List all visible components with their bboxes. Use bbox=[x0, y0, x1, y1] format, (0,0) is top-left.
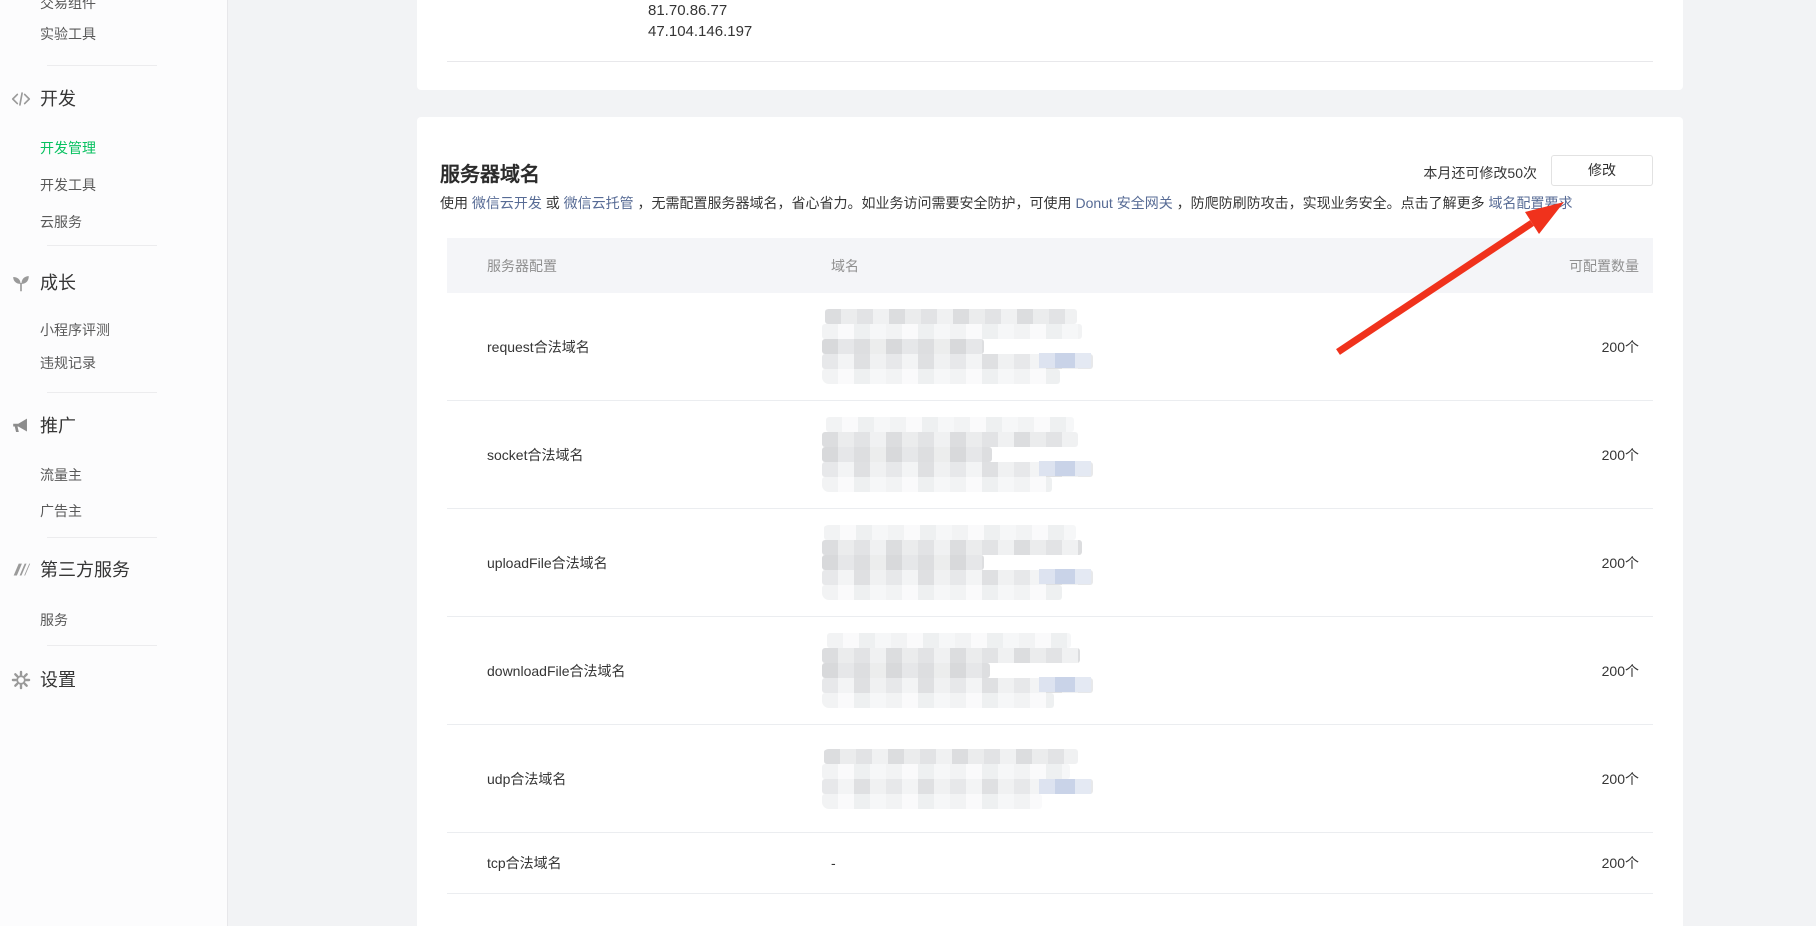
table-row: request合法域名 200个 bbox=[447, 293, 1653, 401]
masked-domain-value bbox=[822, 749, 1093, 809]
sidebar-divider bbox=[47, 392, 157, 393]
divider bbox=[447, 61, 1653, 62]
sidebar-item-miniprogram-evaluation[interactable]: 小程序评测 bbox=[40, 323, 110, 337]
masked-domain-value bbox=[822, 417, 1093, 492]
sidebar-item-violation-records[interactable]: 违规记录 bbox=[40, 356, 96, 370]
sidebar-section-label: 第三方服务 bbox=[40, 561, 130, 579]
sidebar-item-develop-tools[interactable]: 开发工具 bbox=[40, 178, 96, 192]
description-text: 或 bbox=[542, 195, 564, 211]
sidebar-item-experiment-tools[interactable]: 实验工具 bbox=[40, 27, 96, 41]
table-header-row: 服务器配置 域名 可配置数量 bbox=[447, 238, 1653, 293]
row-count: 200个 bbox=[1483, 553, 1653, 573]
table-row: uploadFile合法域名 200个 bbox=[447, 509, 1653, 617]
table-row: DNS预解析域名 5个 bbox=[447, 894, 1653, 926]
sidebar-section-label: 开发 bbox=[40, 90, 76, 108]
masked-domain-value bbox=[822, 525, 1093, 600]
sidebar-divider bbox=[47, 645, 157, 646]
row-count: 200个 bbox=[1483, 769, 1653, 789]
gear-icon bbox=[10, 669, 32, 691]
row-count: 200个 bbox=[1483, 445, 1653, 465]
ip-address: 81.70.86.77 bbox=[648, 0, 752, 21]
link-wechat-cloud-hosting[interactable]: 微信云托管 bbox=[564, 195, 634, 211]
sidebar-section-label: 设置 bbox=[40, 671, 76, 689]
row-count: 200个 bbox=[1483, 853, 1653, 873]
column-header-server-config: 服务器配置 bbox=[447, 256, 822, 276]
table-row: socket合法域名 200个 bbox=[447, 401, 1653, 509]
table-row: downloadFile合法域名 200个 bbox=[447, 617, 1653, 725]
sidebar-divider bbox=[47, 65, 157, 66]
masked-domain-value bbox=[822, 633, 1093, 708]
page: 交易组件 实验工具 开发 开发管理 开发工具 云服务 成长 bbox=[0, 0, 1816, 926]
sprout-icon bbox=[10, 272, 32, 294]
sidebar-item-service[interactable]: 服务 bbox=[40, 613, 68, 627]
sidebar-section-label: 成长 bbox=[40, 274, 76, 292]
row-label: downloadFile合法域名 bbox=[447, 661, 822, 681]
quota-remaining-text: 本月还可修改50次 bbox=[1423, 163, 1537, 183]
column-header-domain: 域名 bbox=[822, 256, 1483, 276]
sidebar: 交易组件 实验工具 开发 开发管理 开发工具 云服务 成长 bbox=[0, 0, 228, 926]
ip-address-list: 81.70.86.77 47.104.146.197 bbox=[648, 0, 752, 42]
description-text: ，无需配置服务器域名，省心省力。如业务访问需要安全防护，可使用 bbox=[634, 195, 1076, 211]
table-row: udp合法域名 200个 bbox=[447, 725, 1653, 833]
sidebar-section-label: 推广 bbox=[40, 417, 76, 435]
description: 使用 微信云开发 或 微信云托管 ，无需配置服务器域名，省心省力。如业务访问需要… bbox=[440, 193, 1572, 213]
ip-address: 47.104.146.197 bbox=[648, 21, 752, 42]
table-row: tcp合法域名 - 200个 bbox=[447, 833, 1653, 894]
sidebar-item-traffic-owner[interactable]: 流量主 bbox=[40, 468, 82, 482]
code-icon bbox=[10, 88, 32, 110]
page-title: 服务器域名 bbox=[440, 158, 540, 187]
server-domain-card: 服务器域名 本月还可修改50次 修改 使用 微信云开发 或 微信云托管 ，无需配… bbox=[417, 117, 1683, 926]
row-label: udp合法域名 bbox=[447, 769, 822, 789]
third-party-icon bbox=[10, 559, 32, 581]
sidebar-divider bbox=[47, 245, 157, 246]
row-count: 200个 bbox=[1483, 661, 1653, 681]
sidebar-item-advertiser[interactable]: 广告主 bbox=[40, 504, 82, 518]
column-header-configurable-count: 可配置数量 bbox=[1483, 256, 1653, 276]
row-label: socket合法域名 bbox=[447, 445, 822, 465]
sidebar-item-trade-components[interactable]: 交易组件 bbox=[40, 0, 96, 10]
sidebar-divider bbox=[47, 537, 157, 538]
top-card: 81.70.86.77 47.104.146.197 bbox=[417, 0, 1683, 90]
row-count: 200个 bbox=[1483, 337, 1653, 357]
description-text: ，防爬防刷防攻击，实现业务安全。点击了解更多 bbox=[1173, 195, 1489, 211]
sidebar-item-cloud-service[interactable]: 云服务 bbox=[40, 215, 82, 229]
masked-domain-value bbox=[822, 309, 1093, 384]
link-wechat-cloud-dev[interactable]: 微信云开发 bbox=[472, 195, 542, 211]
description-text: 使用 bbox=[440, 195, 472, 211]
modify-button[interactable]: 修改 bbox=[1551, 155, 1653, 186]
row-label: request合法域名 bbox=[447, 337, 822, 357]
domain-value: - bbox=[822, 855, 1483, 871]
domain-table: 服务器配置 域名 可配置数量 request合法域名 2 bbox=[447, 238, 1653, 926]
row-label: tcp合法域名 bbox=[447, 853, 822, 873]
megaphone-icon bbox=[10, 415, 32, 437]
link-domain-config-requirements[interactable]: 域名配置要求 bbox=[1488, 195, 1572, 211]
row-label: uploadFile合法域名 bbox=[447, 553, 822, 573]
sidebar-item-develop-management[interactable]: 开发管理 bbox=[40, 141, 96, 155]
link-donut-security-gateway[interactable]: Donut 安全网关 bbox=[1075, 195, 1172, 211]
